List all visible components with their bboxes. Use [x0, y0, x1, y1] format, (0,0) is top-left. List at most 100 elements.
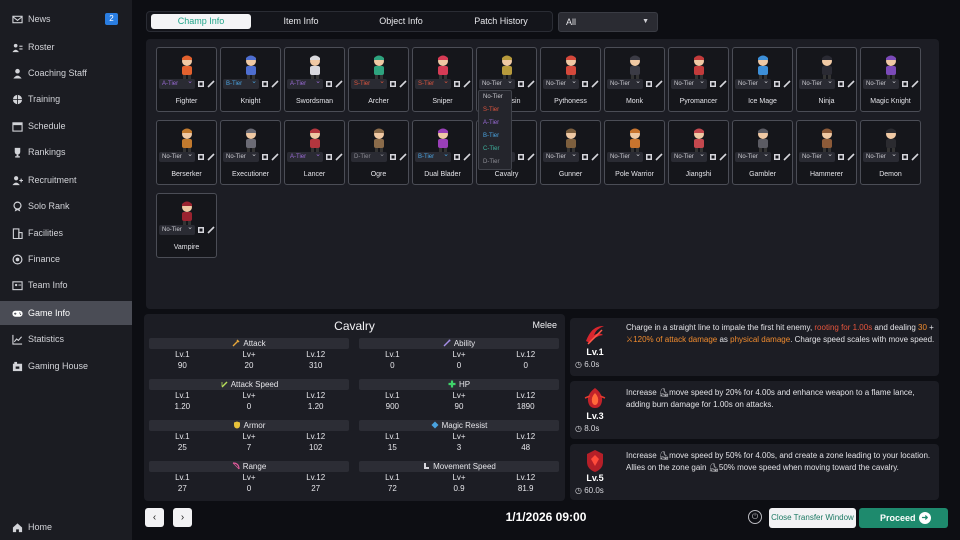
flame-lance-skill-icon: [582, 385, 608, 411]
tier-select[interactable]: S-Tier: [415, 77, 451, 89]
tier-select[interactable]: No-Tier: [799, 77, 835, 89]
close-transfer-window-button[interactable]: Close Transfer Window: [769, 508, 856, 528]
role-icon: [198, 154, 204, 160]
power-icon[interactable]: ⏻: [748, 510, 762, 524]
skill-cooldown: ◷ 8.0s: [575, 424, 600, 433]
role-icon: [774, 81, 780, 87]
champion-card-pythoness[interactable]: No-Tier Pythoness: [540, 47, 601, 112]
tab-champ-info[interactable]: Champ Info: [151, 14, 251, 29]
sidebar-item-solo-rank[interactable]: Solo Rank: [0, 194, 132, 218]
gamepad-icon: [12, 308, 23, 319]
sidebar-item-coaching-staff[interactable]: Coaching Staff: [0, 61, 132, 85]
champion-card-jiangshi[interactable]: No-Tier Jiangshi: [668, 120, 729, 185]
tier-option-s-tier[interactable]: S-Tier: [479, 104, 511, 117]
champion-card-monk[interactable]: No-Tier Monk: [604, 47, 665, 112]
tier-select[interactable]: No-Tier: [607, 77, 643, 89]
tier-option-no-tier[interactable]: No-Tier: [479, 91, 511, 104]
tier-select[interactable]: B-Tier: [415, 150, 451, 162]
sword-icon: [232, 339, 240, 347]
tier-option-c-tier[interactable]: C-Tier: [479, 143, 511, 156]
champion-card-hammerer[interactable]: No-Tier Hammerer: [796, 120, 857, 185]
tier-option-b-tier[interactable]: B-Tier: [479, 130, 511, 143]
champion-card-pole-warrior[interactable]: No-Tier Pole Warrior: [604, 120, 665, 185]
champion-card-swordsman[interactable]: A-Tier Swordsman: [284, 47, 345, 112]
filter-value: All: [566, 17, 577, 27]
weapon-icon: [207, 226, 215, 234]
champion-card-pyromancer[interactable]: No-Tier Pyromancer: [668, 47, 729, 112]
stat-column-labels: Lv.1 Lv+ Lv.12: [175, 432, 326, 441]
champion-card-dual-blader[interactable]: B-Tier Dual Blader: [412, 120, 473, 185]
role-icon: [582, 81, 588, 87]
sidebar-item-training[interactable]: Training: [0, 87, 132, 111]
sidebar-item-gaming-house[interactable]: Gaming House: [0, 354, 132, 378]
tier-option-d-tier[interactable]: D-Tier: [479, 156, 511, 169]
champion-card-ogre[interactable]: D-Tier Ogre: [348, 120, 409, 185]
sidebar-item-home[interactable]: Home: [0, 515, 132, 539]
weapon-icon: [463, 80, 471, 88]
sidebar-item-finance[interactable]: Finance: [0, 247, 132, 271]
champion-card-berserker[interactable]: No-Tier Berserker: [156, 120, 217, 185]
person-icon: [12, 68, 23, 79]
sidebar-item-game-info[interactable]: Game Info: [0, 301, 132, 325]
sidebar-item-roster[interactable]: Roster: [0, 35, 132, 59]
next-button[interactable]: ›: [173, 508, 192, 527]
tier-select[interactable]: No-Tier: [543, 77, 579, 89]
tier-select[interactable]: No-Tier: [735, 150, 771, 162]
tier-select[interactable]: No-Tier: [159, 150, 195, 162]
tier-option-a-tier[interactable]: A-Tier: [479, 117, 511, 130]
sidebar-item-rankings[interactable]: Rankings: [0, 140, 132, 164]
champion-card-executioner[interactable]: No-Tier Executioner: [220, 120, 281, 185]
prev-button[interactable]: ‹: [145, 508, 164, 527]
tier-select[interactable]: No-Tier: [863, 150, 899, 162]
stat-magic-resist: Magic Resist Lv.1 Lv+ Lv.12 15 3 48: [359, 420, 559, 456]
champion-card-ninja[interactable]: No-Tier Ninja: [796, 47, 857, 112]
sidebar: News 2 Roster Coaching Staff Training Sc…: [0, 0, 132, 540]
champion-card-sniper[interactable]: S-Tier Sniper: [412, 47, 473, 112]
tier-select[interactable]: No-Tier: [671, 150, 707, 162]
champion-card-fighter[interactable]: A-Tier Fighter: [156, 47, 217, 112]
champion-card-ice-mage[interactable]: No-Tier Ice Mage: [732, 47, 793, 112]
weapon-icon: [719, 80, 727, 88]
tier-select[interactable]: No-Tier: [799, 150, 835, 162]
tier-select[interactable]: No-Tier: [735, 77, 771, 89]
champion-card-vampire[interactable]: No-Tier Vampire: [156, 193, 217, 258]
champion-card-demon[interactable]: No-Tier Demon: [860, 120, 921, 185]
tier-select[interactable]: A-Tier: [287, 150, 323, 162]
champion-card-knight[interactable]: B-Tier Knight: [220, 47, 281, 112]
sidebar-item-news[interactable]: News 2: [0, 7, 132, 31]
tier-select[interactable]: No-Tier: [159, 223, 195, 235]
sidebar-item-statistics[interactable]: Statistics: [0, 327, 132, 351]
sidebar-item-schedule[interactable]: Schedule: [0, 114, 132, 138]
tier-select[interactable]: No-Tier: [607, 150, 643, 162]
tier-select[interactable]: No-Tier: [671, 77, 707, 89]
tab-patch-history[interactable]: Patch History: [451, 14, 551, 29]
sidebar-item-facilities[interactable]: Facilities: [0, 221, 132, 245]
proceed-button[interactable]: Proceed ➜: [859, 508, 948, 528]
sidebar-item-team-info[interactable]: Team Info: [0, 273, 132, 297]
skill-card-lv5: Lv.5 ◷ 60.0s Increase ⛸move speed by 50%…: [570, 444, 939, 500]
sidebar-item-recruitment[interactable]: Recruitment: [0, 168, 132, 192]
tier-select[interactable]: No-Tier: [479, 77, 515, 89]
tier-select[interactable]: S-Tier: [351, 77, 387, 89]
filter-select[interactable]: All ▼: [558, 12, 658, 32]
stat-column-labels: Lv.1 Lv+ Lv.12: [175, 391, 326, 400]
tab-item-info[interactable]: Item Info: [251, 14, 351, 29]
champion-card-lancer[interactable]: A-Tier Lancer: [284, 120, 345, 185]
champion-card-gunner[interactable]: No-Tier Gunner: [540, 120, 601, 185]
tier-select[interactable]: A-Tier: [159, 77, 195, 89]
stat-values: 27 0 27: [177, 484, 321, 493]
tier-select[interactable]: B-Tier: [223, 77, 259, 89]
tier-select[interactable]: D-Tier: [351, 150, 387, 162]
tier-select[interactable]: A-Tier: [287, 77, 323, 89]
champion-card-archer[interactable]: S-Tier Archer: [348, 47, 409, 112]
weapon-icon: [527, 153, 535, 161]
tab-object-info[interactable]: Object Info: [351, 14, 451, 29]
champion-name: Cavalry: [334, 319, 375, 333]
tier-select[interactable]: No-Tier: [223, 150, 259, 162]
champion-card-gambler[interactable]: No-Tier Gambler: [732, 120, 793, 185]
tier-select[interactable]: No-Tier: [863, 77, 899, 89]
stat-header: Magic Resist: [359, 420, 559, 431]
champion-card-magic-knight[interactable]: No-Tier Magic Knight: [860, 47, 921, 112]
champion-name-label: Monk: [625, 98, 644, 105]
tier-select[interactable]: No-Tier: [543, 150, 579, 162]
